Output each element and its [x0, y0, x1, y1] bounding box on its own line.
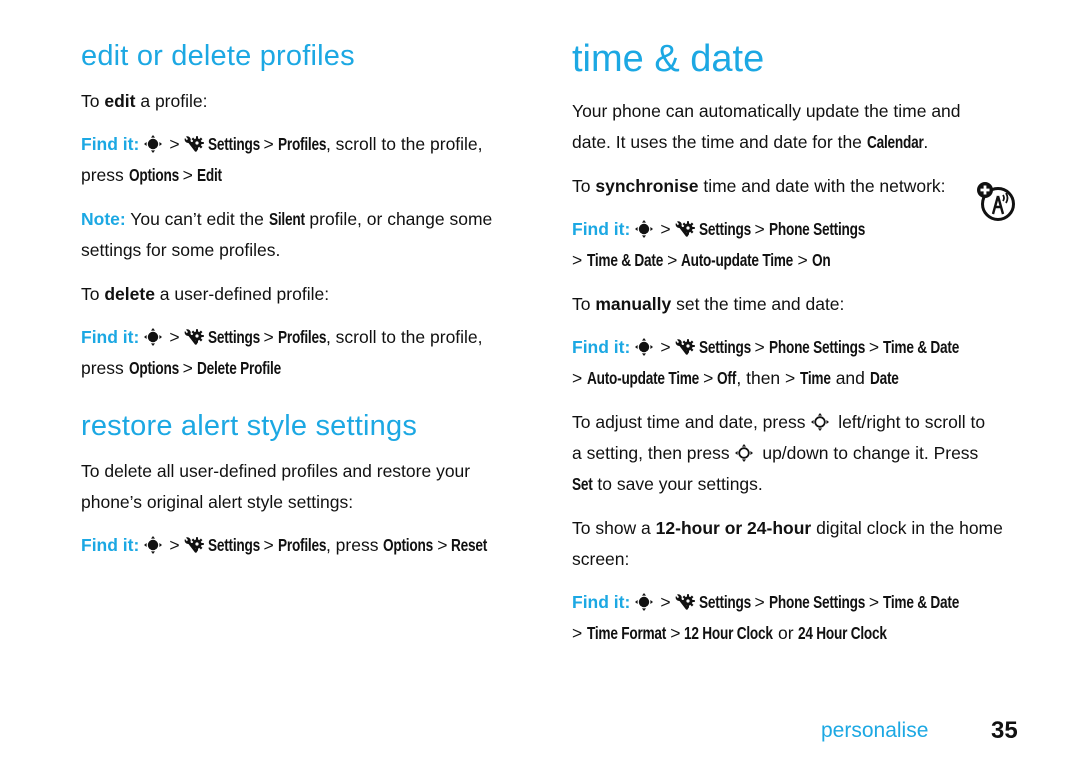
calendar-label: Calendar: [866, 132, 924, 152]
find-it-label: Find it:: [572, 592, 631, 612]
menu-phone-settings: Phone Settings: [768, 219, 865, 239]
menu-profiles: Profiles: [277, 134, 326, 154]
menu-settings: Settings: [698, 337, 751, 357]
manual-find-it-path-line2: > Auto-update Time > Off, then > Time and …: [572, 363, 899, 394]
menu-24-hour-clock: 24 Hour Clock: [798, 623, 888, 643]
nav-key-icon: [144, 327, 163, 346]
menu-auto-update-time: Auto-update Time: [681, 250, 794, 270]
menu-settings: Settings: [698, 592, 751, 612]
menu-phone-settings: Phone Settings: [768, 592, 865, 612]
clock-find-it-path-line2: > Time Format >12 Hour Clock or 24 Hour C…: [572, 618, 887, 649]
menu-settings: Settings: [207, 535, 260, 555]
settings-icon: [184, 537, 204, 553]
adjust-line2: a setting, then press up/down to change …: [572, 442, 979, 463]
sync-find-it-path-line2: > Time & Date > Auto-update Time > On: [572, 245, 830, 276]
menu-time-date: Time & Date: [883, 337, 960, 357]
edit-find-it-path: Find it: > Settings > Profiles, scroll to th…: [81, 129, 483, 160]
settings-icon: [184, 136, 204, 152]
menu-date: Date: [869, 368, 899, 388]
menu-delete-profile: Delete Profile: [196, 358, 281, 378]
menu-auto-update-time: Auto-update Time: [587, 368, 700, 388]
find-it-label: Find it:: [81, 327, 140, 347]
nav-key-open-icon: [810, 411, 831, 432]
adjust-line3: Set to save your settings.: [572, 469, 763, 500]
nav-key-icon: [635, 219, 654, 238]
settings-icon: [184, 329, 204, 345]
nav-key-open-icon: [734, 442, 755, 463]
note-label: Note:: [81, 209, 126, 229]
menu-settings: Settings: [207, 327, 260, 347]
menu-off: Off: [717, 368, 737, 388]
note: Note: You can’t edit the Silent profile,…: [81, 209, 493, 229]
clock-intro-line2: screen:: [572, 549, 630, 569]
menu-time-format: Time Format: [587, 623, 667, 643]
manual-intro: To manually set the time and date:: [572, 294, 845, 314]
clock-find-it-path: Find it: > Settings > Phone Settings > Time & …: [572, 587, 959, 618]
clock-intro-line1: To show a 12-hour or 24-hour digital clo…: [572, 518, 1003, 538]
edit-intro: To edit a profile:: [81, 91, 208, 111]
nav-key-icon: [635, 592, 654, 611]
restore-text-line2: phone’s original alert style settings:: [81, 492, 354, 512]
sync-find-it-path: Find it: > Settings > Phone Settings: [572, 214, 865, 245]
menu-on: On: [811, 250, 831, 270]
menu-12-hour-clock: 12 Hour Clock: [684, 623, 774, 643]
adjust-line1: To adjust time and date, press left/righ…: [572, 411, 986, 432]
menu-settings: Settings: [207, 134, 260, 154]
time-date-heading: time & date: [572, 38, 765, 80]
section-label: personalise: [821, 719, 929, 742]
menu-time-date: Time & Date: [883, 592, 960, 612]
manual-find-it-path: Find it: > Settings > Phone Settings > Time & …: [572, 332, 959, 363]
find-it-label: Find it:: [81, 535, 140, 555]
find-it-label: Find it:: [81, 134, 140, 154]
menu-options: Options: [383, 535, 434, 555]
menu-options: Options: [128, 165, 179, 185]
menu-set: Set: [572, 474, 593, 494]
menu-profiles: Profiles: [277, 535, 326, 555]
menu-options: Options: [128, 358, 179, 378]
edit-profiles-heading: edit or delete profiles: [81, 40, 355, 72]
settings-icon: [675, 339, 695, 355]
settings-icon: [675, 221, 695, 237]
page-number: 35: [991, 717, 1018, 744]
menu-settings: Settings: [698, 219, 751, 239]
restore-text-line1: To delete all user-defined profiles and …: [81, 461, 471, 481]
find-it-label: Find it:: [572, 337, 631, 357]
time-date-intro-line1: Your phone can automatically update the …: [572, 101, 961, 121]
settings-icon: [675, 594, 695, 610]
time-date-intro-line2: date. It uses the time and date for the …: [572, 127, 928, 158]
nav-key-icon: [635, 337, 654, 356]
menu-profiles: Profiles: [277, 327, 326, 347]
find-it-label: Find it:: [572, 219, 631, 239]
menu-time: Time: [800, 368, 831, 388]
nav-key-icon: [144, 535, 163, 554]
nav-key-icon: [144, 134, 163, 153]
restore-find-it-path: Find it: > Settings > Profiles, press Option…: [81, 530, 488, 561]
delete-find-it-path-line2: press Options > Delete Profile: [81, 353, 281, 384]
menu-time-date: Time & Date: [587, 250, 664, 270]
note-line2: settings for some profiles.: [81, 240, 281, 260]
edit-find-it-path-line2: press Options > Edit: [81, 160, 222, 191]
sync-intro: To synchronise time and date with the ne…: [572, 176, 946, 196]
menu-reset: Reset: [451, 535, 488, 555]
network-feature-icon: [977, 182, 1015, 221]
restore-alert-heading: restore alert style settings: [81, 410, 418, 442]
menu-phone-settings: Phone Settings: [768, 337, 865, 357]
delete-find-it-path: Find it: > Settings > Profiles, scroll to th…: [81, 322, 483, 353]
menu-edit: Edit: [196, 165, 222, 185]
delete-intro: To delete a user-defined profile:: [81, 284, 330, 304]
